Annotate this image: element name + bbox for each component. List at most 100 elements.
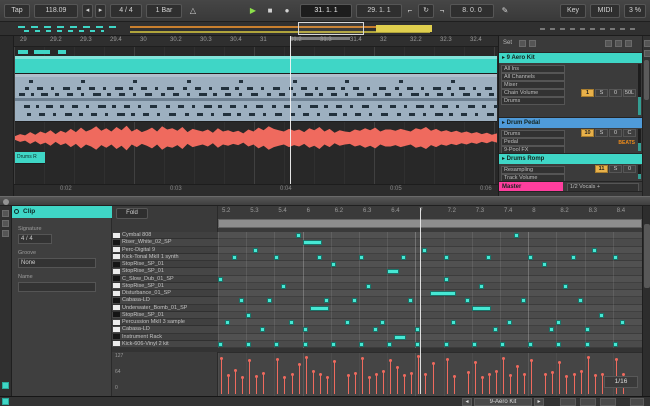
punch-out-toggle-icon[interactable]: ¬ (436, 4, 448, 18)
vertical-scrollbar[interactable] (644, 60, 649, 100)
bar-number[interactable]: 29.3 (80, 37, 92, 43)
midi-note[interactable] (344, 320, 350, 325)
midi-note[interactable] (478, 283, 484, 289)
zoom-in-icon[interactable] (644, 40, 650, 47)
velocity-stem[interactable] (431, 361, 435, 394)
loop-toggle-icon[interactable]: ↻ (418, 4, 434, 18)
beat-number[interactable]: 7.2 (448, 208, 456, 214)
nudge-forward-button[interactable]: ▸ (95, 4, 106, 18)
device-chooser[interactable]: All Channels (501, 73, 565, 81)
status-chip[interactable] (580, 398, 596, 406)
arrangement-position-field[interactable]: 31. 1. 1 (300, 4, 352, 18)
status-chip[interactable] (560, 398, 576, 406)
device-chooser[interactable]: Mixer (501, 81, 565, 89)
track-header-drum-pedal[interactable]: ▸ Drum Pedal Drums Pedal 9-Pool FX 10 S 0 C BEAT… (499, 118, 643, 154)
nudge-back-button[interactable]: ◂ (82, 4, 93, 18)
midi-note[interactable] (556, 341, 562, 347)
velocity-stem[interactable] (389, 358, 393, 394)
track-header-9-aero-kit[interactable]: ▸ 9 Aero Kit All Ins All Channels Mixer Chai… (499, 53, 643, 118)
velocity-stem[interactable] (473, 360, 477, 394)
mixer-value[interactable]: 0 (609, 89, 622, 97)
velocity-stem[interactable] (523, 373, 527, 394)
midi-note[interactable] (323, 298, 329, 304)
beat-number[interactable]: 7.4 (504, 208, 512, 214)
mixer-value[interactable]: 0 (609, 129, 622, 137)
divider-handle[interactable] (3, 199, 9, 205)
device-chooser[interactable]: Pedal (501, 138, 565, 146)
midi-note[interactable] (485, 254, 491, 260)
midi-note[interactable] (612, 341, 618, 347)
show-clip-view-icon[interactable] (2, 398, 9, 405)
grid-row[interactable] (218, 232, 642, 240)
draw-mode-icon[interactable]: ✎ (498, 4, 512, 18)
midi-note[interactable] (274, 254, 280, 260)
midi-note[interactable] (577, 298, 583, 304)
midi-note[interactable] (619, 320, 625, 325)
next-clip-button[interactable]: ▸ (534, 398, 544, 406)
editor-scrollbar[interactable] (642, 206, 650, 396)
mixer-toggle-icon[interactable] (605, 40, 612, 47)
mini-clip[interactable] (58, 50, 66, 54)
velocity-stem[interactable] (346, 374, 350, 394)
midi-note[interactable] (471, 305, 491, 311)
drum-row[interactable]: Kick-606-Vinyl 2 kit (112, 340, 218, 348)
velocity-stem[interactable] (593, 373, 597, 394)
midi-note[interactable] (302, 240, 322, 246)
velocity-stem[interactable] (516, 364, 520, 394)
velocity-stem[interactable] (480, 375, 484, 394)
grid-row[interactable] (218, 333, 642, 341)
velocity-stem[interactable] (375, 372, 379, 394)
midi-note[interactable] (373, 327, 379, 333)
solo-button[interactable]: S (595, 89, 608, 97)
device-chooser[interactable]: All Ins (501, 65, 565, 73)
midi-note[interactable] (302, 341, 308, 347)
midi-note[interactable] (401, 254, 407, 260)
grid-row[interactable] (218, 326, 642, 334)
track-header-master[interactable]: Master 1/2 Vocals + (499, 182, 643, 192)
midi-note[interactable] (330, 262, 336, 267)
midi-note[interactable] (521, 298, 527, 304)
overview-viewport[interactable] (298, 22, 364, 35)
drum-row[interactable]: C_Slow_Dub_01_SP (112, 275, 218, 283)
velocity-stem[interactable] (466, 371, 470, 394)
play-icon[interactable]: ▶ (246, 4, 260, 18)
note-grid[interactable] (218, 232, 642, 348)
midi-note[interactable] (288, 320, 294, 325)
velocity-stem[interactable] (502, 356, 505, 394)
bar-number[interactable]: 31.2 (290, 37, 302, 43)
device-chooser[interactable]: Drums (501, 130, 565, 138)
velocity-stem[interactable] (410, 371, 414, 394)
midi-note[interactable] (281, 283, 287, 289)
beat-number[interactable]: 8.3 (589, 208, 597, 214)
drums-clip[interactable]: Drums R (15, 152, 45, 164)
grid-row[interactable] (218, 246, 642, 254)
midi-note[interactable] (584, 327, 590, 333)
clip-title-bar[interactable]: Clip (12, 206, 112, 218)
fold-button[interactable]: Fold (116, 208, 148, 219)
midi-note[interactable] (260, 327, 266, 333)
bar-number[interactable]: 31.4 (350, 37, 362, 43)
velocity-stem[interactable] (586, 356, 590, 394)
velocity-stem[interactable] (487, 373, 491, 394)
device-chooser[interactable]: Chain Volume (501, 89, 565, 97)
mini-clip[interactable] (34, 50, 50, 54)
velocity-stem[interactable] (353, 371, 357, 394)
beat-number[interactable]: 7.3 (476, 208, 484, 214)
teal-clip[interactable] (15, 56, 497, 74)
beat-number[interactable]: 6 (307, 208, 310, 214)
grid-row[interactable] (218, 253, 642, 261)
velocity-lane[interactable] (218, 352, 642, 396)
beat-number[interactable]: 6.4 (391, 208, 399, 214)
velocity-stem[interactable] (509, 374, 513, 394)
velocity-stem[interactable] (297, 363, 301, 394)
solo-button[interactable]: S (609, 165, 622, 173)
arrangement-overview[interactable] (0, 22, 650, 36)
track-title[interactable]: ▸ Drum Pedal (499, 118, 643, 128)
midi-note[interactable] (584, 341, 590, 347)
arrangement-tracks[interactable]: Drums R (14, 47, 498, 184)
loop-start-field[interactable]: 29. 1. 1 (356, 4, 402, 18)
velocity-stem[interactable] (290, 372, 294, 394)
record-icon[interactable]: ● (280, 4, 294, 18)
midi-note[interactable] (443, 254, 449, 260)
midi-note[interactable] (429, 291, 456, 296)
